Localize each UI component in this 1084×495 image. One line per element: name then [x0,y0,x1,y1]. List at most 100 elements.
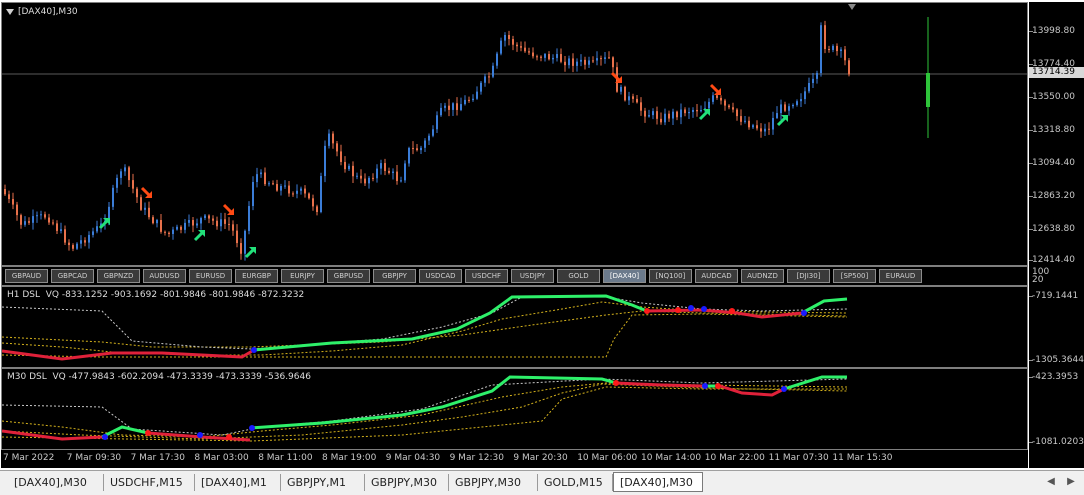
candle-body [504,35,506,41]
shift-marker-icon[interactable] [848,4,858,12]
candle-body [664,113,666,123]
symbol-button[interactable]: EURAUD [879,269,922,283]
chart-tab[interactable]: USDCHF,M15 [104,474,195,491]
m30-signal-dot [702,383,708,389]
candle-body [384,163,386,171]
m30-axis[interactable]: -423.3953 -1081.0203 [1029,368,1084,450]
candle-body [68,242,70,246]
symbol-button[interactable]: USDJPY [511,269,554,283]
candle-body [44,214,46,218]
buy-arrow-icon [776,115,788,127]
candle-body [820,25,822,74]
candle-body [516,44,518,47]
symbol-button[interactable]: AUDNZD [741,269,784,283]
chart-menu-icon[interactable] [6,9,16,17]
candle-body [772,117,774,130]
candle-body [796,101,798,105]
h1-signal-dot [801,310,807,316]
symbol-button[interactable]: GBPUSD [327,269,370,283]
symbol-button[interactable]: EURGBP [235,269,278,283]
m30-signal-dot [197,432,203,438]
candle-body [80,240,82,244]
candle-body [448,105,450,110]
candle-body [748,120,750,128]
time-label: 9 Mar 12:30 [449,453,504,463]
symbol-button[interactable]: EURUSD [189,269,232,283]
price-label: 12863.20 [1032,191,1075,201]
chart-tab[interactable]: [DAX40],M30 [613,472,703,492]
candle-body [688,111,690,114]
candle-body [536,56,538,58]
candle-body [792,104,794,107]
candle-body [788,106,790,111]
candle-body [4,189,6,195]
candle-body [332,133,334,144]
symbol-button[interactable]: GBPJPY [373,269,416,283]
candle-body [604,57,606,59]
symbol-button[interactable]: [DJI30] [787,269,830,283]
symbol-button[interactable]: [NQ100] [649,269,692,283]
main-price-chart[interactable]: [DAX40],M30 [1,2,1028,266]
symbol-button[interactable]: GOLD [557,269,600,283]
h1-axis[interactable]: -719.1441 -1305.3644 [1029,286,1084,368]
candle-body [680,109,682,118]
candle-body [192,220,194,226]
candle-body [320,176,322,213]
candle-body [824,25,826,50]
symbol-button[interactable]: [SP500] [833,269,876,283]
time-label: 10 Mar 14:00 [641,453,702,463]
h1-signal-dot [701,306,707,312]
buy-arrow-icon [193,230,205,242]
candle-body [216,220,218,227]
h1-dsl-green-2 [801,297,848,315]
chart-tab[interactable]: GBPJPY,M30 [449,474,538,491]
candle-body [236,230,238,244]
candle-body [352,165,354,177]
symbol-button[interactable]: AUDCAD [695,269,738,283]
symbol-button[interactable]: GBPAUD [5,269,48,283]
candle-body [340,151,342,162]
candle-body [840,49,842,52]
candle-body [364,178,366,184]
h1-dsl-indicator-pane[interactable]: H1 DSL VQ -833.1252 -903.1692 -801.9846 … [1,286,1028,368]
candle-body [472,98,474,101]
m30-dsl-indicator-pane[interactable]: M30 DSL VQ -477.9843 -602.2094 -473.3339… [1,368,1028,450]
chart-tab[interactable]: GBPJPY,M30 [365,474,449,491]
current-price-tag: 13714.39 [1029,67,1084,78]
tabs-scroll-right-icon[interactable]: ▶ [1064,475,1078,489]
candle-body [828,49,830,51]
candle-body [8,194,10,200]
chart-tab[interactable]: [DAX40],M30 [8,474,104,491]
chart-tab[interactable]: [DAX40],M1 [195,474,281,491]
candle-body [244,230,246,254]
candle-body [628,96,630,101]
time-axis[interactable]: 7 Mar 2022 7 Mar 09:30 7 Mar 17:30 8 Mar 03… [1,450,1028,468]
candle-body [700,110,702,112]
symbol-button[interactable]: EURJPY [281,269,324,283]
candle-body [624,86,626,101]
candle-body [188,220,190,223]
m30-dsl-red-4 [719,384,785,397]
symbol-button[interactable]: USDCHF [465,269,508,283]
candle-body [76,243,78,249]
candle-body [252,182,254,207]
price-axis[interactable]: 13998.80 13774.40 13550.00 13318.80 1309… [1029,2,1084,266]
candle-body [712,95,714,102]
symbol-button[interactable]: [DAX40] [603,269,646,283]
symbol-button[interactable]: GBPNZD [97,269,140,283]
candle-body [32,216,34,223]
chart-tab[interactable]: GOLD,M15 [538,474,613,491]
candle-body [684,109,686,114]
chart-tab[interactable]: GBPJPY,M1 [281,474,365,491]
candle-body [160,220,162,232]
time-label: 8 Mar 19:00 [322,453,377,463]
candle-body [132,180,134,189]
candle-body [512,39,514,45]
symbol-button[interactable]: AUDUSD [143,269,186,283]
candle-body [152,217,154,224]
tabs-scroll-left-icon[interactable]: ◀ [1044,475,1058,489]
symbol-button[interactable]: USDCAD [419,269,462,283]
chart-tab-bar: ◀ ▶ [DAX40],M30 USDCHF,M15 [DAX40],M1 GBPJP… [0,470,1084,495]
symbol-button[interactable]: GBPCAD [51,269,94,283]
candle-body [732,107,734,110]
